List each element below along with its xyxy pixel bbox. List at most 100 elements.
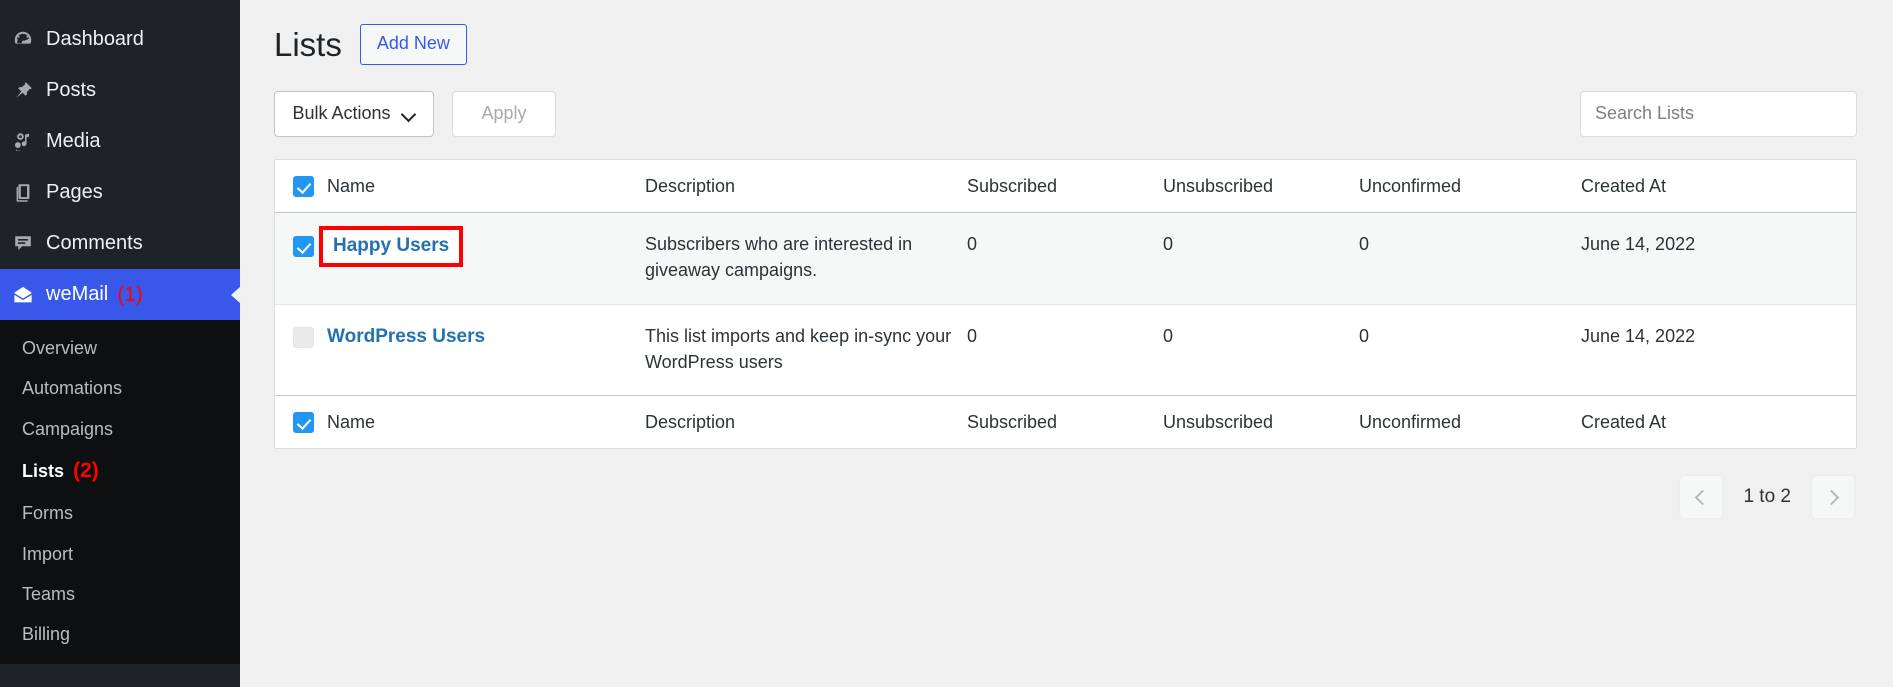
table-footer-row: Name Description Subscribed Unsubscribed… <box>275 394 1856 449</box>
sidebar-item-billing[interactable]: Billing <box>0 614 240 654</box>
row-unsubscribed: 0 <box>1163 212 1359 305</box>
table-header: Name Description Subscribed Unsubscribed… <box>275 159 1856 214</box>
sidebar-item-label: Posts <box>46 79 97 101</box>
sidebar-item-label: Comments <box>46 232 143 254</box>
submenu-label: Teams <box>22 583 76 604</box>
table-row: Happy Users Subscribers who are interest… <box>275 212 1856 305</box>
column-header-created-at[interactable]: Created At <box>1581 159 1856 214</box>
column-header-unsubscribed[interactable]: Unsubscribed <box>1163 159 1359 214</box>
row-description: This list imports and keep in-sync your … <box>645 325 952 372</box>
dashboard-icon <box>12 29 46 51</box>
select-all-footer-cell <box>275 394 327 449</box>
sidebar-item-automations[interactable]: Automations <box>0 368 240 408</box>
sidebar-item-wemail[interactable]: weMail (1) <box>0 269 240 320</box>
envelope-icon <box>12 284 46 306</box>
search-container <box>1580 90 1857 137</box>
column-header-name[interactable]: Name <box>327 159 645 214</box>
sidebar-item-dashboard[interactable]: Dashboard <box>0 14 240 65</box>
sidebar-item-posts[interactable]: Posts <box>0 65 240 116</box>
table-body: Happy Users Subscribers who are interest… <box>275 212 1856 395</box>
column-footer-description[interactable]: Description <box>645 394 967 449</box>
submenu-label: Automations <box>22 378 123 399</box>
submenu-label: Billing <box>22 624 71 645</box>
column-header-subscribed[interactable]: Subscribed <box>967 159 1163 214</box>
table-header-row: Name Description Subscribed Unsubscribed… <box>275 159 1856 214</box>
bulk-actions-label: Bulk Actions <box>292 103 391 124</box>
sidebar-main-menu: Dashboard Posts Media Pages Comments weM… <box>0 8 240 320</box>
sidebar-item-teams[interactable]: Teams <box>0 574 240 614</box>
submenu-label: Overview <box>22 338 98 358</box>
submenu-label: Import <box>22 543 74 564</box>
row-name-cell: WordPress Users <box>327 304 645 395</box>
row-subscribed: 0 <box>967 325 978 346</box>
sidebar-item-media[interactable]: Media <box>0 116 240 167</box>
table-row: WordPress Users This list imports and ke… <box>275 304 1856 395</box>
submenu-label: Forms <box>22 503 73 524</box>
page-title: Lists <box>274 25 342 63</box>
row-checkbox[interactable] <box>293 236 314 258</box>
sidebar-item-overview[interactable]: Overview <box>0 328 240 368</box>
main-content: Lists Add New Bulk Actions Apply Search … <box>240 0 1893 687</box>
row-created-at: June 14, 2022 <box>1581 212 1856 305</box>
list-toolbar: Bulk Actions Apply <box>274 90 1857 137</box>
admin-sidebar: Dashboard Posts Media Pages Comments weM… <box>0 0 240 687</box>
sidebar-item-campaigns[interactable]: Campaigns <box>0 409 240 449</box>
select-all-checkbox-footer[interactable] <box>293 412 314 434</box>
sidebar-item-label: Dashboard <box>46 28 144 50</box>
table-footer: Name Description Subscribed Unsubscribed… <box>275 394 1856 449</box>
lists-table: Name Description Subscribed Unsubscribed… <box>275 159 1856 449</box>
row-select-cell <box>275 304 327 395</box>
pages-icon <box>12 182 46 204</box>
column-header-description[interactable]: Description <box>645 159 967 214</box>
submenu-label: Lists <box>22 460 65 481</box>
sidebar-item-forms[interactable]: Forms <box>0 493 240 533</box>
row-subscribed: 0 <box>967 212 1163 305</box>
sidebar-item-pages[interactable]: Pages <box>0 167 240 218</box>
wemail-badge: (1) <box>117 282 143 306</box>
sidebar-item-label: weMail <box>46 283 109 305</box>
row-unconfirmed: 0 <box>1359 212 1581 305</box>
sidebar-submenu-wemail: Overview Automations Campaigns Lists (2) … <box>0 320 240 665</box>
sidebar-item-lists[interactable]: Lists (2) <box>0 449 240 493</box>
sidebar-item-import[interactable]: Import <box>0 534 240 574</box>
pagination-range-label: 1 to 2 <box>1743 486 1791 508</box>
column-footer-name[interactable]: Name <box>327 394 645 449</box>
chevron-right-icon <box>1823 489 1840 506</box>
row-checkbox[interactable] <box>293 327 314 349</box>
select-all-header-cell <box>275 159 327 214</box>
search-input[interactable] <box>1580 90 1857 137</box>
name-highlight-annotation: Happy Users <box>319 226 464 267</box>
submenu-label: Campaigns <box>22 418 114 439</box>
column-header-unconfirmed[interactable]: Unconfirmed <box>1359 159 1581 214</box>
pagination-next-button[interactable] <box>1811 475 1855 520</box>
row-unconfirmed: 0 <box>1359 325 1370 346</box>
column-footer-created-at[interactable]: Created At <box>1581 394 1856 449</box>
chevron-down-icon <box>403 109 416 118</box>
lists-badge: (2) <box>73 458 99 482</box>
comments-icon <box>12 233 46 255</box>
bulk-actions-select[interactable]: Bulk Actions <box>274 90 434 137</box>
list-name-link[interactable]: Happy Users <box>333 235 449 256</box>
list-name-link[interactable]: WordPress Users <box>327 326 485 347</box>
select-all-checkbox-header[interactable] <box>293 176 314 198</box>
media-icon <box>12 131 46 153</box>
sidebar-item-comments[interactable]: Comments <box>0 218 240 269</box>
pagination-prev-button[interactable] <box>1679 475 1724 520</box>
row-created-at: June 14, 2022 <box>1581 325 1696 346</box>
posts-pin-icon <box>12 80 46 102</box>
chevron-left-icon <box>1695 489 1711 506</box>
row-unsubscribed: 0 <box>1163 325 1174 346</box>
apply-button[interactable]: Apply <box>452 90 556 137</box>
row-description: Subscribers who are interested in giveaw… <box>645 212 967 305</box>
sidebar-item-label: Pages <box>46 181 103 203</box>
column-footer-subscribed[interactable]: Subscribed <box>967 394 1163 449</box>
column-footer-unconfirmed[interactable]: Unconfirmed <box>1359 394 1581 449</box>
pagination: 1 to 2 <box>274 475 1857 520</box>
row-name-cell: Happy Users <box>319 212 645 305</box>
page-header: Lists Add New <box>274 14 1857 65</box>
admin-screen: Dashboard Posts Media Pages Comments weM… <box>0 0 1893 687</box>
sidebar-item-label: Media <box>46 130 101 152</box>
lists-table-card: Name Description Subscribed Unsubscribed… <box>274 158 1857 450</box>
column-footer-unsubscribed[interactable]: Unsubscribed <box>1163 394 1359 449</box>
add-new-button[interactable]: Add New <box>359 24 467 65</box>
